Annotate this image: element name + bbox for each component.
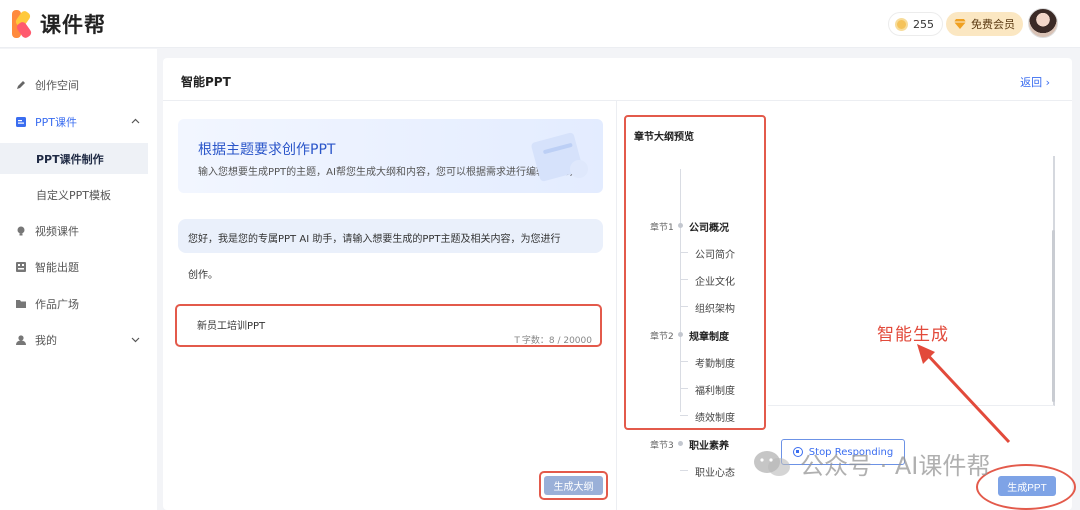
app-logo[interactable]: 课件帮 (10, 8, 106, 40)
vip-label: 免费会员 (971, 18, 1015, 31)
page-title: 智能PPT (181, 75, 231, 89)
intro-title: 根据主题要求创作PPT (198, 142, 336, 158)
chevron-up-icon (131, 118, 140, 124)
sidebar-item-label: PPT课件 (35, 116, 77, 129)
sidebar-item-ppt[interactable]: PPT课件 (0, 107, 157, 137)
chevron-down-icon (131, 337, 140, 343)
sidebar-item-gallery[interactable]: 作品广场 (0, 289, 157, 319)
outline-subitem[interactable]: 考勤制度 (626, 353, 766, 371)
coin-icon (895, 17, 908, 31)
assistant-message-continued: 创作。 (188, 270, 218, 281)
watermark-text: 公众号 · AI课件帮 (800, 452, 991, 480)
intro-banner: 根据主题要求创作PPT 输入您想要生成PPT的主题，AI帮您生成大纲和内容，您可… (178, 119, 603, 193)
subitem-title: 福利制度 (695, 386, 735, 397)
top-header: 课件帮 255 免费会员 (0, 0, 1080, 48)
app-name: 课件帮 (40, 13, 106, 37)
word-counter: T 字数：8 / 20000 (514, 333, 592, 346)
pen-icon (17, 81, 25, 89)
chapter-dot-icon (678, 441, 683, 446)
wechat-icon (754, 450, 790, 476)
text-icon: T (514, 336, 520, 346)
sidebar: 创作空间 PPT课件 PPT课件制作 自定义PPT模板 视频课件 智能出题 作品… (0, 49, 157, 510)
subitem-title: 企业文化 (695, 277, 735, 288)
diamond-icon (954, 19, 966, 29)
outline-button-highlight: 生成大纲 (539, 471, 608, 500)
sidebar-subitem-label: 自定义PPT模板 (36, 188, 111, 202)
sidebar-subitem-label: PPT课件制作 (36, 152, 104, 166)
outline-subitem[interactable]: 组织架构 (626, 298, 766, 316)
sidebar-item-mine[interactable]: 我的 (0, 325, 157, 355)
sidebar-item-quiz[interactable]: 智能出题 (0, 252, 157, 282)
sidebar-item-workspace[interactable]: 创作空间 (0, 70, 157, 100)
document-illustration-icon (531, 132, 588, 182)
sidebar-item-label: 创作空间 (35, 79, 79, 92)
subitem-title: 考勤制度 (695, 359, 735, 370)
coin-count: 255 (913, 17, 934, 31)
chapter-dot-icon (678, 332, 683, 337)
outline-subitem[interactable]: 绩效制度 (626, 407, 766, 425)
outline-chapter[interactable]: 章节2 规章制度 (626, 326, 766, 344)
generate-outline-button[interactable]: 生成大纲 (544, 476, 603, 495)
sidebar-item-label: 智能出题 (35, 261, 79, 274)
outline-subitem[interactable]: 公司简介 (626, 244, 766, 262)
chapter-title: 职业素养 (689, 441, 729, 452)
user-avatar[interactable] (1028, 8, 1058, 38)
generate-ppt-button[interactable]: 生成PPT (998, 476, 1056, 496)
chapter-title: 公司概况 (689, 223, 729, 234)
assistant-message: 您好，我是您的专属PPT AI 助手，请输入想要生成的PPT主题及相关内容，为您… (178, 219, 603, 253)
folder-icon (16, 300, 26, 308)
main-panel: 智能PPT 返回 › 根据主题要求创作PPT 输入您想要生成PPT的主题，AI帮… (163, 58, 1076, 510)
chapter-label: 章节1 (650, 223, 674, 233)
sidebar-item-label: 视频课件 (35, 225, 79, 238)
outline-chapter[interactable]: 章节1 公司概况 (626, 217, 766, 235)
coin-balance[interactable]: 255 (888, 12, 943, 36)
outline-subitem[interactable]: 企业文化 (626, 271, 766, 289)
assistant-message-text: 您好，我是您的专属PPT AI 助手，请输入想要生成的PPT主题及相关内容，为您… (188, 234, 561, 245)
sidebar-item-label: 作品广场 (35, 298, 79, 311)
user-icon (16, 335, 26, 345)
ppt-icon (16, 117, 26, 127)
word-count: 字数：8 / 20000 (521, 336, 592, 346)
column-divider (616, 101, 617, 510)
outline-tree-line (680, 169, 681, 412)
subitem-title: 组织架构 (695, 304, 735, 315)
sidebar-subitem-template[interactable]: 自定义PPT模板 (0, 179, 148, 210)
outline-subitem[interactable]: 福利制度 (626, 380, 766, 398)
outline-heading: 章节大纲预览 (634, 132, 694, 143)
outline-preview: 章节大纲预览 章节1 公司概况 公司简介 企业文化 组织架构 章节2 规章制度 … (624, 115, 766, 479)
chapter-label: 章节3 (650, 441, 674, 451)
chapter-dot-icon (678, 223, 683, 228)
watermark: 公众号 · AI课件帮 (752, 446, 990, 481)
topic-input[interactable] (197, 319, 497, 330)
topic-input-box[interactable]: T字数：8 / 20000 (175, 304, 602, 347)
outline-chapter[interactable]: 章节3 职业素养 (626, 435, 766, 453)
grid-icon (16, 262, 26, 272)
subitem-title: 公司简介 (695, 250, 735, 261)
header-divider (163, 100, 1072, 101)
chapter-title: 规章制度 (689, 332, 729, 343)
subitem-title: 绩效制度 (695, 413, 735, 424)
sidebar-subitem-ppt-make[interactable]: PPT课件制作 (0, 143, 148, 174)
chapter-label: 章节2 (650, 332, 674, 342)
outline-subitem[interactable]: 职业心态 (626, 462, 766, 480)
vip-badge[interactable]: 免费会员 (946, 12, 1023, 36)
sidebar-item-video[interactable]: 视频课件 (0, 216, 157, 246)
annotation-label: 智能生成 (877, 325, 949, 345)
subitem-title: 职业心态 (695, 468, 735, 479)
logo-mark-icon (10, 8, 36, 40)
sidebar-item-label: 我的 (35, 334, 57, 347)
bulb-icon (17, 226, 25, 236)
back-link[interactable]: 返回 › (1020, 74, 1050, 90)
